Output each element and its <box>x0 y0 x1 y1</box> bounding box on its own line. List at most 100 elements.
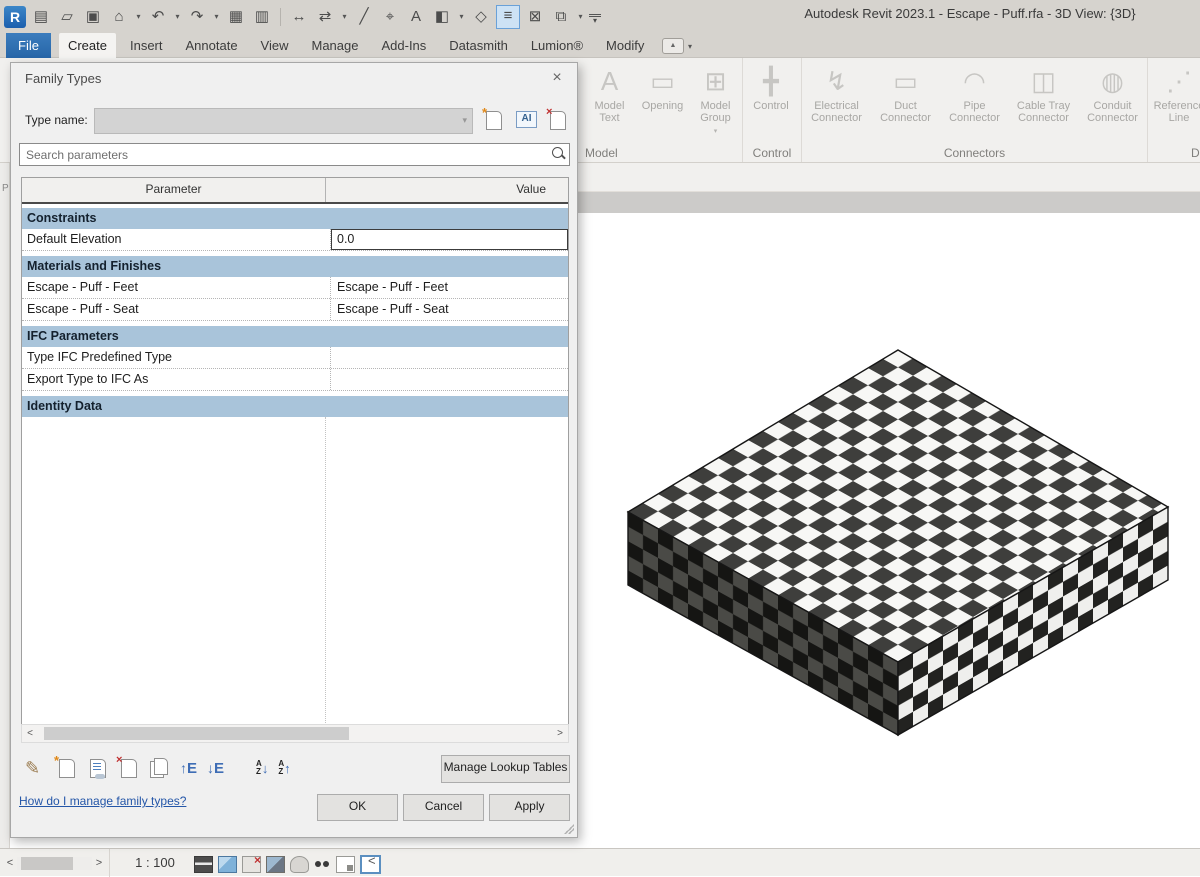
scroll-right-icon[interactable]: > <box>92 857 106 869</box>
close-icon[interactable]: × <box>547 68 567 88</box>
horizontal-scrollbar[interactable]: < > <box>0 849 110 877</box>
default-3d-view-icon[interactable]: ◧ <box>431 6 453 28</box>
delete-type-button[interactable]: × <box>546 106 570 133</box>
chevron-down-icon[interactable]: ▾ <box>688 42 692 51</box>
tab-add-ins[interactable]: Add-Ins <box>372 33 435 58</box>
table-row[interactable]: Default Elevation 0.0 <box>22 229 568 251</box>
redo-icon[interactable]: ↷ <box>186 6 208 28</box>
conduit-connector-button[interactable]: ◍ Conduit Connector <box>1078 62 1147 124</box>
cable-tray-connector-button[interactable]: ◫ Cable Tray Connector <box>1009 62 1078 124</box>
resize-grip[interactable] <box>564 824 574 834</box>
column-header-value[interactable]: Value <box>326 178 568 202</box>
table-horizontal-scrollbar[interactable]: < > <box>21 724 569 743</box>
open-icon[interactable]: ▱ <box>56 6 78 28</box>
duplicate-parameter-icon[interactable] <box>149 756 170 780</box>
family-types-icon[interactable]: ≡ <box>496 4 520 29</box>
table-row[interactable]: Escape - Puff - Seat Escape - Puff - Sea… <box>22 299 568 321</box>
hide-isolate-icon[interactable] <box>314 857 331 872</box>
tab-modify[interactable]: Modify <box>597 33 653 58</box>
type-name-select[interactable]: ▾ <box>94 108 473 134</box>
pipe-connector-button[interactable]: ◠ Pipe Connector <box>940 62 1009 124</box>
measure-icon[interactable]: ↔ <box>288 6 310 28</box>
model-group-button[interactable]: ⊞ Model Group ▾ <box>689 62 742 138</box>
table-row[interactable]: Export Type to IFC As <box>22 369 568 391</box>
scrollbar-track[interactable] <box>38 726 552 741</box>
ribbon-display-toggle[interactable]: ▲ ▾ <box>662 38 698 54</box>
chevron-down-icon[interactable]: ▾ <box>340 12 349 21</box>
revit-logo[interactable]: R <box>4 5 26 28</box>
column-header-parameter[interactable]: Parameter <box>22 178 326 202</box>
export-pdf-icon[interactable]: ▥ <box>251 6 273 28</box>
text-icon[interactable]: A <box>405 6 427 28</box>
scrollbar-thumb[interactable] <box>44 727 349 740</box>
move-up-button[interactable]: ↑ E <box>180 760 197 777</box>
scroll-left-icon[interactable]: < <box>3 857 17 869</box>
param-value-cell[interactable]: Escape - Puff - Seat <box>331 299 568 320</box>
tab-view[interactable]: View <box>252 33 298 58</box>
scrollbar-track[interactable] <box>17 856 92 870</box>
print-icon[interactable]: ▦ <box>225 6 247 28</box>
tab-annotate[interactable]: Annotate <box>177 33 247 58</box>
close-hidden-windows-icon[interactable]: ⊠ <box>524 6 546 28</box>
duct-connector-button[interactable]: ▭ Duct Connector <box>871 62 940 124</box>
undo-icon[interactable]: ↶ <box>147 6 169 28</box>
param-value-cell[interactable]: 0.0 <box>331 229 568 250</box>
search-icon[interactable] <box>552 147 563 158</box>
ok-button[interactable]: OK <box>317 794 398 821</box>
apply-button[interactable]: Apply <box>489 794 570 821</box>
cancel-button[interactable]: Cancel <box>403 794 484 821</box>
tab-create[interactable]: Create <box>58 33 116 58</box>
chevron-down-icon[interactable]: ▾ <box>173 12 182 21</box>
chevron-down-icon[interactable]: ▾ <box>134 12 143 21</box>
visual-style-icon[interactable] <box>218 856 237 873</box>
tab-file[interactable]: File <box>6 33 51 58</box>
sun-path-icon[interactable] <box>242 853 261 873</box>
delete-parameter-icon[interactable]: × <box>116 754 139 780</box>
opening-button[interactable]: ▭ Opening <box>636 62 689 112</box>
view-scale-button[interactable]: 1 : 100 <box>126 853 184 873</box>
table-row[interactable]: Type IFC Predefined Type <box>22 347 568 369</box>
control-button[interactable]: ╋ Control <box>743 62 799 112</box>
model-text-button[interactable]: A Model Text <box>583 62 636 124</box>
aligned-dimension-icon[interactable]: ⇄ <box>314 6 336 28</box>
tab-manage[interactable]: Manage <box>303 33 368 58</box>
help-link[interactable]: How do I manage family types? <box>19 794 186 808</box>
tab-lumion[interactable]: Lumion® <box>522 33 592 58</box>
home-view-icon[interactable]: ⌂ <box>108 6 130 28</box>
table-row[interactable]: Escape - Puff - Feet Escape - Puff - Fee… <box>22 277 568 299</box>
edit-parameter-icon[interactable]: ✎ <box>25 756 46 780</box>
collapse-view-bar-icon[interactable]: < <box>368 853 376 868</box>
puff-3d-model[interactable] <box>580 213 1200 848</box>
sort-descending-button[interactable]: AZ ↑ <box>278 760 290 776</box>
new-type-button[interactable]: * <box>482 105 506 133</box>
detail-measure-icon[interactable]: ╱ <box>353 6 375 28</box>
parameter-properties-icon[interactable] <box>87 756 108 780</box>
search-input[interactable] <box>24 145 538 164</box>
chevron-down-icon[interactable]: ▾ <box>576 12 585 21</box>
tag-by-category-icon[interactable]: ⌖ <box>379 6 401 28</box>
chevron-down-icon[interactable]: ▾ <box>457 12 466 21</box>
rendering-dialog-icon[interactable] <box>290 856 309 873</box>
param-value-cell[interactable]: Escape - Puff - Feet <box>331 277 568 298</box>
param-value-cell[interactable] <box>331 347 568 368</box>
chevron-down-icon[interactable]: ▾ <box>212 12 221 21</box>
electrical-connector-button[interactable]: ↯ Electrical Connector <box>802 62 871 124</box>
tab-datasmith[interactable]: Datasmith <box>440 33 517 58</box>
scroll-left-icon[interactable]: < <box>22 728 38 739</box>
sort-ascending-button[interactable]: AZ ↓ <box>256 760 268 776</box>
section-icon[interactable]: ◇ <box>470 6 492 28</box>
detail-level-icon[interactable] <box>194 856 213 873</box>
param-value-input[interactable]: 0.0 <box>331 229 568 250</box>
scrollbar-thumb[interactable] <box>21 856 73 870</box>
properties-icon[interactable]: ▤ <box>30 6 52 28</box>
manage-lookup-tables-button[interactable]: Manage Lookup Tables <box>441 755 570 783</box>
move-down-button[interactable]: ↓ E <box>207 760 224 777</box>
shadows-icon[interactable] <box>266 856 285 873</box>
param-value-cell[interactable] <box>331 369 568 390</box>
rename-type-button[interactable]: AI <box>514 107 538 133</box>
reference-line-button[interactable]: ⋰ Reference Line <box>1148 62 1200 124</box>
scroll-right-icon[interactable]: > <box>552 728 568 739</box>
new-parameter-icon[interactable]: * <box>54 753 77 780</box>
save-icon[interactable]: ▣ <box>82 6 104 28</box>
locked-orientation-icon[interactable] <box>336 856 355 873</box>
